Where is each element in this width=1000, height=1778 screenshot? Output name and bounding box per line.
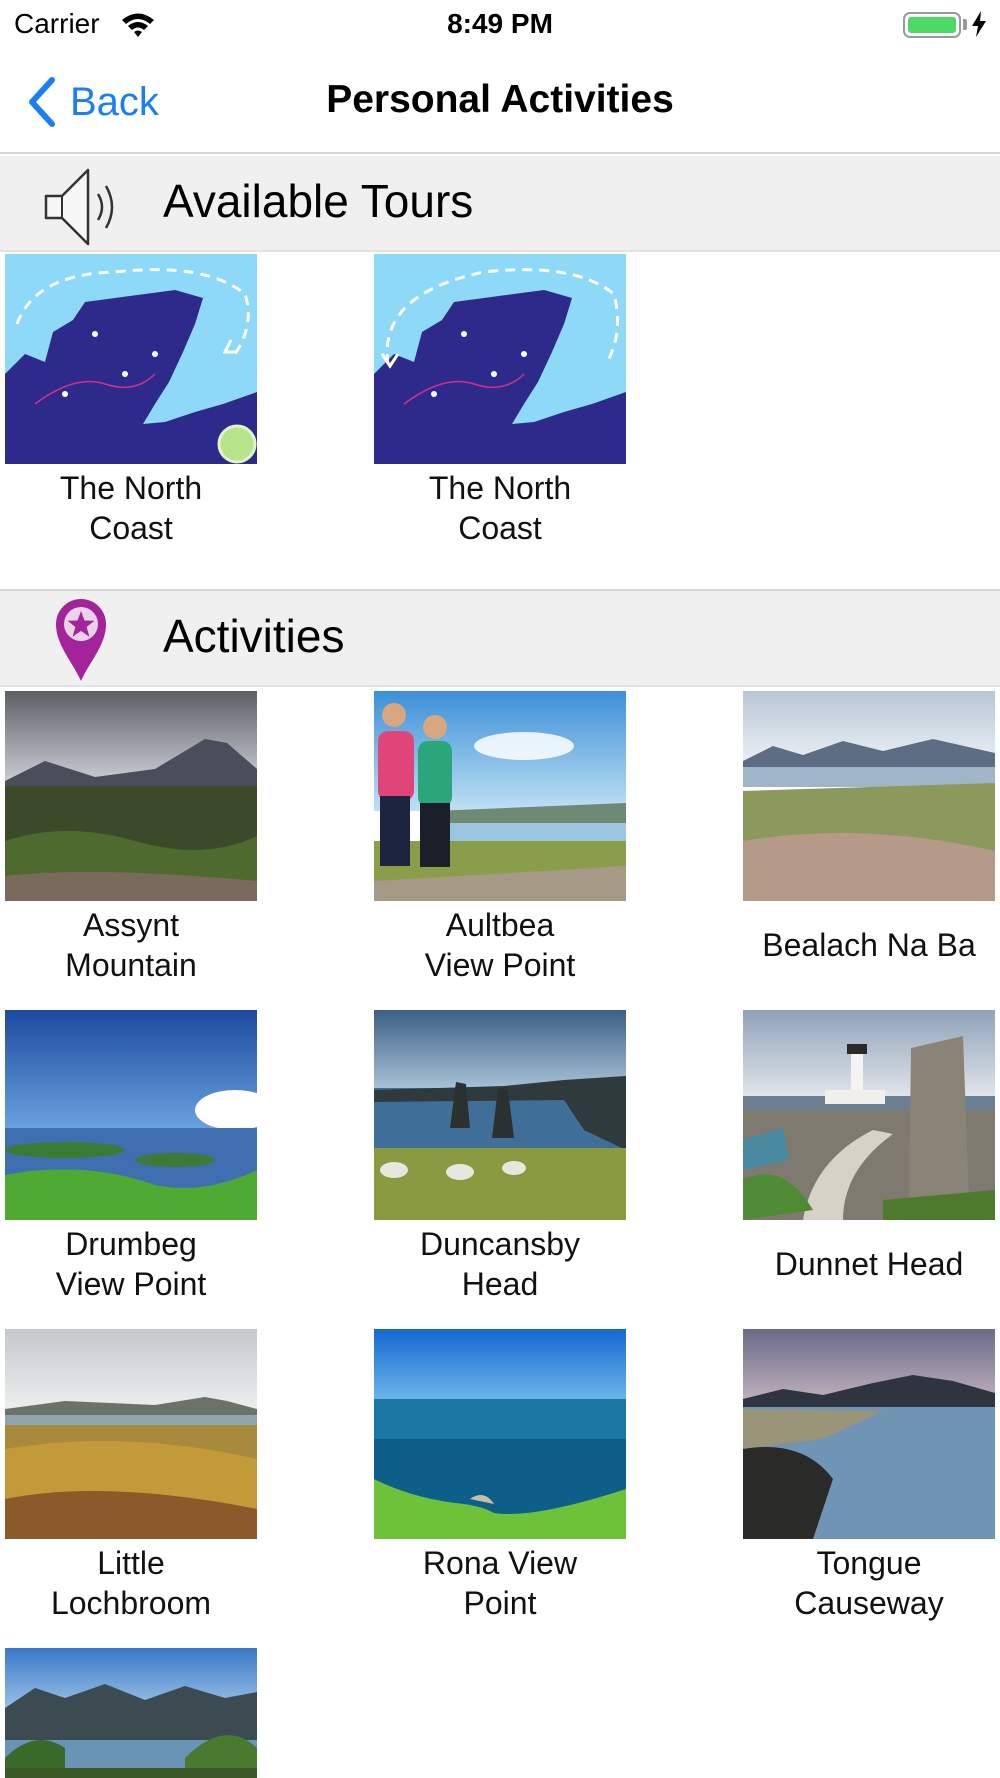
page-title: Personal Activities: [326, 78, 674, 121]
activity-image: [743, 1010, 995, 1220]
status-bar: Carrier 8:49 PM: [0, 0, 1000, 50]
activity-tile[interactable]: Bealach Na Ba: [743, 691, 995, 963]
tour-label-line1: The North: [59, 470, 203, 506]
activity-label-line2: View Point: [424, 947, 576, 983]
activity-label-line1: Aultbea: [445, 907, 555, 943]
activity-label-line2: Point: [463, 1585, 537, 1621]
activity-tile[interactable]: Assynt Mountain: [5, 691, 257, 983]
activity-label-line1: Dunnet Head: [774, 1246, 964, 1282]
map-pin-star-icon: [56, 599, 106, 681]
clock: 8:49 PM: [447, 8, 553, 39]
tour-label-line2: Coast: [458, 510, 542, 546]
tour-tile[interactable]: The North Coast: [374, 254, 626, 546]
activity-image: [5, 1010, 257, 1220]
activity-tile[interactable]: Rona View Point: [374, 1329, 626, 1621]
activities-section-header: Activities: [0, 591, 1000, 687]
activity-label-line2: Lochbroom: [50, 1585, 212, 1621]
tour-label-line1: The North: [428, 470, 572, 506]
tour-map-image: [374, 254, 626, 464]
activity-tile[interactable]: Little Lochbroom: [5, 1329, 257, 1621]
activity-label-line1: Little: [97, 1545, 165, 1581]
activity-label-line2: View Point: [55, 1266, 207, 1302]
navigation-bar: Back Personal Activities: [0, 50, 1000, 154]
activity-label-line1: Bealach Na Ba: [762, 927, 976, 963]
activity-image: [374, 1329, 626, 1539]
activity-image: [743, 1329, 995, 1539]
activities-section-title: Activities: [163, 610, 345, 662]
activity-label-line1: Rona View: [422, 1545, 578, 1581]
activity-image: [5, 1648, 257, 1778]
activity-label-line1: Assynt: [82, 907, 180, 943]
activity-image: [5, 1329, 257, 1539]
activity-tile[interactable]: Aultbea View Point: [374, 691, 626, 983]
activity-label-line1: Duncansby: [419, 1226, 581, 1262]
activity-label-line2: Head: [461, 1266, 539, 1302]
activity-tile[interactable]: Drumbeg View Point: [5, 1010, 257, 1302]
activity-image: [743, 691, 995, 901]
tours-section-title: Available Tours: [163, 175, 474, 227]
activity-tile[interactable]: Duncansby Head: [374, 1010, 626, 1302]
tour-label-line2: Coast: [89, 510, 173, 546]
speaker-icon: [44, 168, 114, 246]
tour-tile[interactable]: The North Coast: [5, 254, 257, 546]
battery-icon: [903, 12, 961, 38]
activity-tile[interactable]: [5, 1648, 257, 1778]
activity-tile[interactable]: Tongue Causeway: [743, 1329, 995, 1621]
activity-image: [374, 1010, 626, 1220]
charging-bolt-icon: [972, 11, 986, 37]
tours-section-header: Available Tours: [0, 156, 1000, 252]
tour-map-image: [5, 254, 257, 464]
activity-label-line1: Drumbeg: [65, 1226, 197, 1262]
activity-label-line2: Mountain: [65, 947, 197, 983]
battery-cap: [963, 19, 967, 30]
activity-image: [5, 691, 257, 901]
activity-label-line2: Causeway: [794, 1585, 944, 1621]
activity-label-line1: Tongue: [816, 1545, 922, 1581]
activity-tile[interactable]: Dunnet Head: [743, 1010, 995, 1282]
activity-image: [374, 691, 626, 901]
